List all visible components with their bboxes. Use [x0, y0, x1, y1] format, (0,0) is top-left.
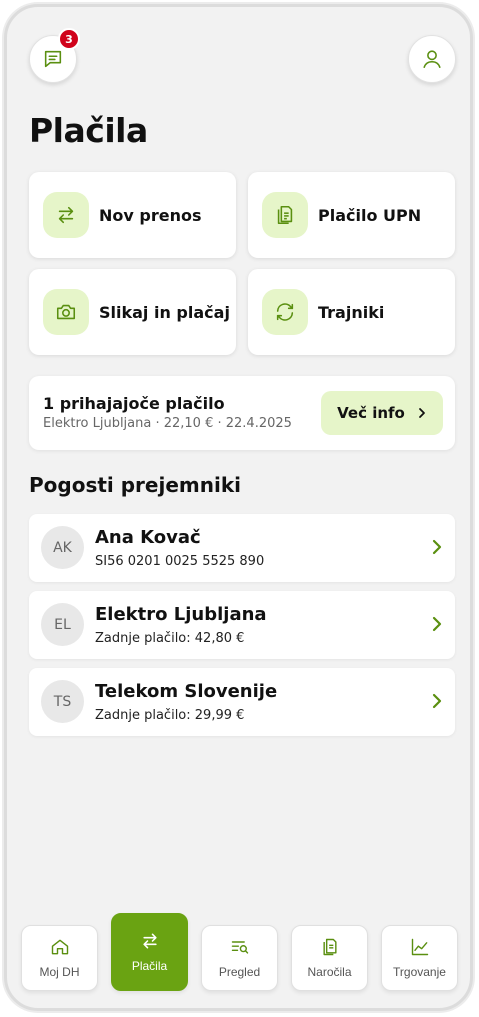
notification-badge: 3 — [58, 28, 80, 50]
chart-icon — [411, 938, 428, 956]
recipient-row[interactable]: AK Ana Kovač SI56 0201 0025 5525 890 — [29, 514, 455, 582]
phone-frame: 3 Plačila Nov prenos Plačilo UPN Slikaj … — [4, 4, 473, 1011]
nav-label: Moj DH — [39, 965, 80, 979]
recipient-row[interactable]: EL Elektro Ljubljana Zadnje plačilo: 42,… — [29, 591, 455, 659]
tile-standing-orders[interactable]: Trajniki — [248, 269, 455, 355]
chevron-right-icon — [432, 616, 442, 632]
messages-button[interactable]: 3 — [29, 28, 80, 83]
tile-icon-wrap — [262, 192, 308, 238]
tile-icon-wrap — [262, 289, 308, 335]
avatar: AK — [41, 526, 84, 569]
nav-label: Trgovanje — [393, 965, 446, 979]
section-title: Pogosti prejemniki — [29, 473, 241, 497]
nav-label: Plačila — [131, 959, 168, 973]
nav-orders[interactable]: Naročila — [291, 925, 368, 991]
tile-new-transfer[interactable]: Nov prenos — [29, 172, 236, 258]
recipient-detail: Zadnje plačilo: 29,99 € — [95, 708, 245, 723]
recipient-name: Telekom Slovenije — [95, 681, 278, 702]
document-icon — [277, 205, 293, 225]
more-info-label: Več info — [337, 404, 405, 422]
profile-button[interactable] — [408, 35, 456, 83]
pending-title: 1 prihajajoče plačilo — [43, 394, 225, 413]
nav-payments[interactable]: Plačila — [111, 913, 188, 991]
recurring-arrows-icon — [276, 303, 294, 321]
home-icon — [51, 939, 68, 955]
recipient-name: Elektro Ljubljana — [95, 604, 267, 625]
tile-label: Slikaj in plačaj — [99, 302, 230, 322]
page-title: Plačila — [29, 111, 148, 150]
document-icon — [322, 938, 337, 956]
recipient-detail: SI56 0201 0025 5525 890 — [95, 554, 265, 569]
tile-label: Nov prenos — [99, 205, 202, 225]
camera-icon — [56, 304, 76, 320]
nav-trading[interactable]: Trgovanje — [381, 925, 458, 991]
tile-icon-wrap — [43, 289, 89, 335]
chevron-right-icon — [432, 539, 442, 555]
recipient-name: Ana Kovač — [95, 527, 201, 548]
pending-subtitle: Elektro Ljubljana · 22,10 € · 22.4.2025 — [43, 416, 292, 431]
search-list-icon — [231, 941, 248, 954]
nav-overview[interactable]: Pregled — [201, 925, 278, 991]
nav-label: Pregled — [218, 965, 261, 979]
tile-label: Trajniki — [318, 302, 385, 322]
transfer-arrows-icon — [58, 206, 74, 224]
chevron-right-icon — [432, 693, 442, 709]
user-icon — [423, 50, 441, 69]
chat-icon — [44, 50, 62, 68]
nav-home[interactable]: Moj DH — [21, 925, 98, 991]
tile-upn-payment[interactable]: Plačilo UPN — [248, 172, 455, 258]
recipient-detail: Zadnje plačilo: 42,80 € — [95, 631, 245, 646]
recipient-row[interactable]: TS Telekom Slovenije Zadnje plačilo: 29,… — [29, 668, 455, 736]
more-info-button[interactable]: Več info — [321, 391, 443, 435]
chevron-right-icon — [418, 408, 425, 418]
avatar: TS — [41, 680, 84, 723]
pending-payment-card: 1 prihajajoče plačilo Elektro Ljubljana … — [29, 376, 455, 450]
avatar: EL — [41, 603, 84, 646]
transfer-arrows-icon — [142, 933, 157, 949]
tile-scan-and-pay[interactable]: Slikaj in plačaj — [29, 269, 236, 355]
tile-label: Plačilo UPN — [318, 205, 422, 225]
nav-label: Naročila — [307, 965, 352, 979]
tile-icon-wrap — [43, 192, 89, 238]
